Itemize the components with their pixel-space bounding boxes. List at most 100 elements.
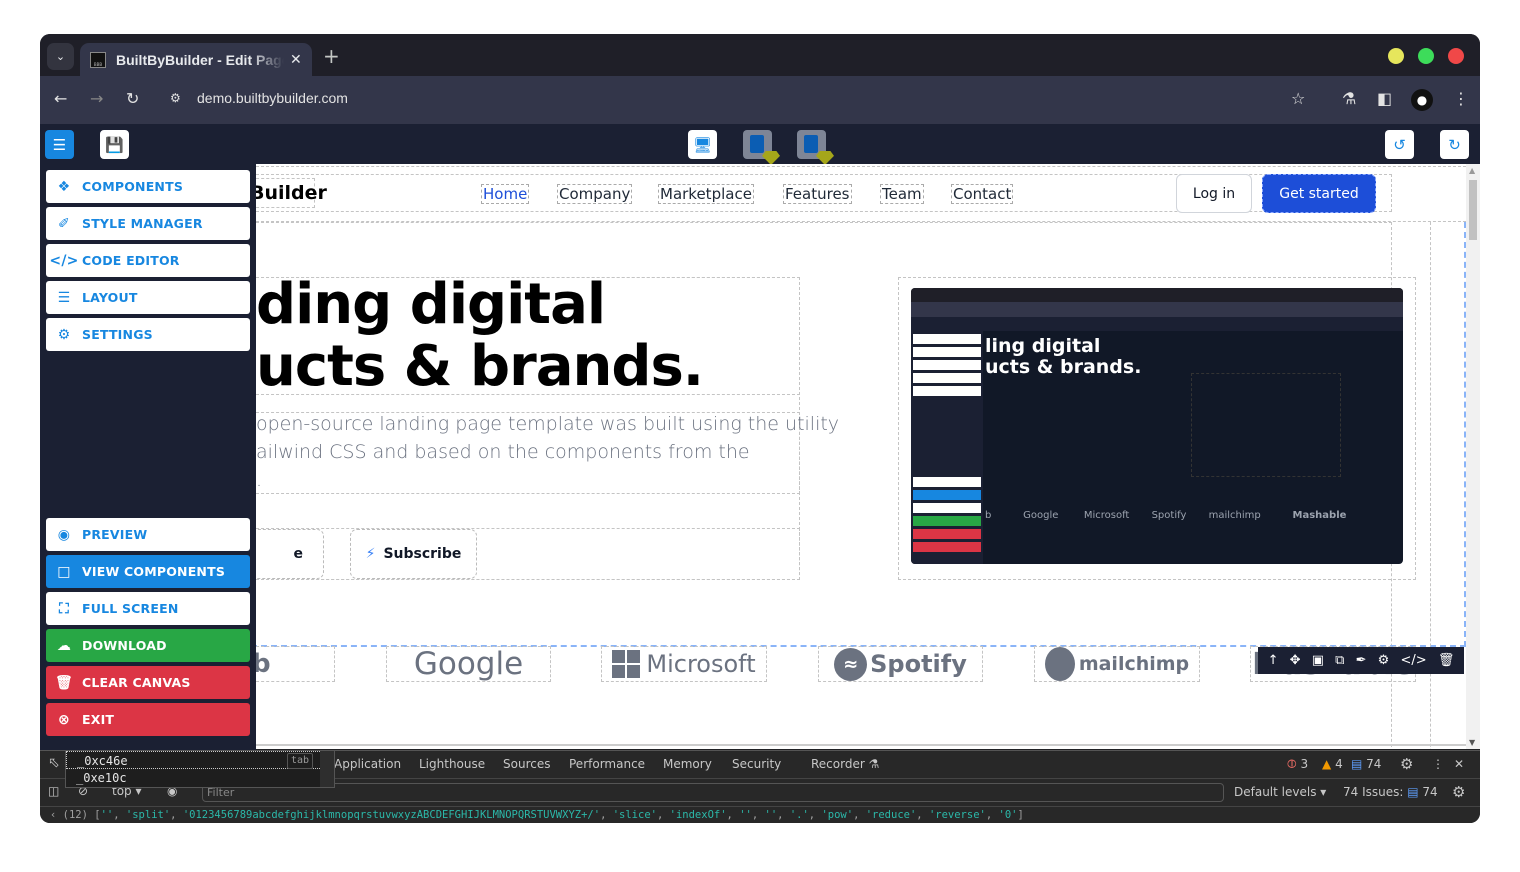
forward-icon[interactable]: → — [90, 90, 103, 108]
style-manager-button[interactable]: ✐ STYLE MANAGER — [46, 207, 250, 240]
devtools-tab-recorder[interactable]: Recorder ⚗ — [811, 757, 879, 771]
download-button[interactable]: ☁ DOWNLOAD — [46, 629, 250, 662]
components-button[interactable]: ❖ COMPONENTS — [46, 170, 250, 203]
brand-partial-label: b — [256, 649, 271, 679]
layers-icon: ☰ — [57, 289, 71, 306]
url-field[interactable]: demo.builtbybuilder.com — [197, 90, 348, 106]
move-icon[interactable]: ✥ — [1290, 653, 1301, 668]
devtools-tab-memory[interactable]: Memory — [663, 757, 712, 771]
devtools-tab-security[interactable]: Security — [732, 757, 781, 771]
nav-link-marketplace[interactable]: Marketplace — [658, 184, 754, 204]
site-info-icon[interactable]: ⚙ — [170, 91, 181, 105]
device-tablet-button[interactable] — [743, 130, 780, 165]
full-screen-button[interactable]: ⛶ FULL SCREEN — [46, 592, 250, 625]
error-count-badge[interactable]: ⦷ 3 — [1287, 757, 1308, 772]
nav-link-home[interactable]: Home — [481, 184, 530, 204]
devtools-settings-icon[interactable]: ⚙ — [1400, 755, 1413, 773]
nav-link-features[interactable]: Features — [783, 184, 852, 204]
autocomplete-scrollbar[interactable] — [320, 751, 334, 787]
close-window-button[interactable] — [1448, 48, 1464, 64]
brand-logo-mailchimp[interactable]: mailchimp — [1034, 646, 1200, 682]
builder-side-panel: ❖ COMPONENTS ✐ STYLE MANAGER </> CODE EDITO… — [40, 164, 256, 750]
side-panel-icon[interactable]: ◧ — [1377, 90, 1392, 108]
login-button[interactable]: Log in — [1176, 174, 1252, 213]
scroll-up-arrow-icon[interactable]: ▲ — [1469, 166, 1475, 175]
sidebar-toggle-icon[interactable]: ◫ — [48, 784, 59, 798]
message-count-badge[interactable]: ▤ 74 — [1351, 757, 1381, 771]
devtools-more-icon[interactable]: ⋮ — [1432, 757, 1444, 771]
chevron-down-icon: ⌄ — [55, 50, 66, 63]
warning-count-badge[interactable]: ▲ 4 — [1322, 757, 1343, 771]
nav-link-company[interactable]: Company — [557, 184, 633, 204]
view-components-button[interactable]: □ VIEW COMPONENTS — [46, 555, 250, 588]
tab-search-button[interactable]: ⌄ — [47, 43, 74, 70]
gear-icon[interactable]: ⚙ — [1378, 653, 1390, 668]
site-logo[interactable]: Builder — [256, 182, 327, 204]
floppy-disk-icon: 💾 — [105, 135, 124, 154]
mini-side-panel — [911, 331, 983, 564]
bookmark-star-icon[interactable]: ☆ — [1291, 90, 1305, 108]
preview-label: PREVIEW — [82, 527, 148, 542]
settings-label: SETTINGS — [82, 327, 153, 342]
devtools-tab-lighthouse[interactable]: Lighthouse — [419, 757, 485, 771]
square-icon: □ — [57, 563, 71, 580]
brand-logo-microsoft[interactable]: Microsoft — [601, 646, 767, 682]
nav-link-contact[interactable]: Contact — [951, 184, 1014, 204]
cloud-download-icon: ☁ — [56, 637, 72, 654]
maximize-button[interactable] — [1418, 48, 1434, 64]
browser-tab[interactable]: BBB BuiltByBuilder - Edit Page ✕ — [80, 43, 312, 76]
hero-title-line-2: ucts & brands. — [256, 334, 704, 399]
kebab-menu-icon[interactable]: ⋮ — [1453, 90, 1469, 108]
brand-logo-google[interactable]: Google — [386, 646, 551, 682]
pen-icon[interactable]: ✒ — [1356, 653, 1367, 668]
hero-title[interactable]: ding digital ucts & brands. — [256, 274, 704, 399]
tab-close-icon[interactable]: ✕ — [290, 52, 302, 68]
new-tab-button[interactable]: + — [323, 44, 340, 68]
brand-logo-spotify[interactable]: ≈ Spotify — [818, 646, 983, 682]
clear-canvas-button[interactable]: 🗑 CLEAR CANVAS — [46, 666, 250, 699]
arrow-up-icon[interactable]: ↑ — [1268, 653, 1279, 668]
scrollbar-thumb[interactable] — [1469, 180, 1477, 240]
profile-avatar-icon[interactable]: ● — [1411, 89, 1433, 111]
save-button[interactable]: 💾 — [100, 130, 129, 159]
preview-button[interactable]: ◉ PREVIEW — [46, 518, 250, 551]
settings-button[interactable]: ⚙ SETTINGS — [46, 318, 250, 351]
inspect-element-icon[interactable]: ⬁ — [48, 755, 60, 771]
device-desktop-button[interactable]: 🖥 — [688, 130, 717, 159]
devtools-tab-performance[interactable]: Performance — [569, 757, 645, 771]
log-levels-dropdown[interactable]: Default levels ▾ — [1234, 785, 1326, 799]
devtools-tab-sources[interactable]: Sources — [503, 757, 550, 771]
back-icon[interactable]: ← — [54, 90, 67, 108]
minimize-button[interactable] — [1388, 48, 1404, 64]
canvas-scrollbar[interactable]: ▲ ▼ — [1466, 164, 1480, 749]
trash-icon[interactable]: 🗑 — [1438, 653, 1455, 668]
panel-toggle-button[interactable]: ☰ — [45, 130, 74, 159]
undo-button[interactable]: ↺ — [1385, 130, 1414, 159]
device-mobile-button[interactable] — [797, 130, 834, 165]
hero-screenshot-image[interactable]: ling digital ucts & brands. b Google Micr… — [911, 288, 1403, 564]
devtools-tab-application[interactable]: Application — [334, 757, 401, 771]
nav-link-team[interactable]: Team — [880, 184, 924, 204]
code-editor-button[interactable]: </> CODE EDITOR — [46, 244, 250, 277]
labs-flask-icon[interactable]: ⚗ — [1342, 90, 1356, 108]
autocomplete-dropdown[interactable]: _0xc46e tab _0xe10c — [65, 750, 335, 788]
reload-icon[interactable]: ↻ — [126, 90, 139, 108]
get-started-button[interactable]: Get started — [1262, 174, 1376, 213]
autocomplete-item[interactable]: _0xc46e tab — [66, 751, 334, 769]
subscribe-button[interactable]: ⚡ Subscribe — [350, 529, 477, 579]
layout-button[interactable]: ☰ LAYOUT — [46, 281, 250, 314]
hero-description[interactable]: open-source landing page template was bu… — [256, 410, 839, 494]
console-filter-input[interactable]: Filter — [202, 783, 1224, 802]
console-settings-icon[interactable]: ⚙ — [1452, 783, 1465, 801]
redo-button[interactable]: ↻ — [1440, 130, 1469, 159]
exit-button[interactable]: ⊗ EXIT — [46, 703, 250, 736]
autocomplete-item[interactable]: _0xe10c — [66, 769, 334, 787]
scroll-down-arrow-icon[interactable]: ▼ — [1469, 738, 1475, 747]
hero-primary-button[interactable]: e — [256, 529, 324, 579]
devtools-close-icon[interactable]: ✕ — [1454, 757, 1464, 771]
image-icon[interactable]: ▣ — [1312, 653, 1324, 668]
brand-logo-partial[interactable]: b — [256, 646, 335, 682]
code-icon[interactable]: </> — [1400, 653, 1426, 668]
issues-button[interactable]: 74 Issues: ▤ 74 — [1343, 785, 1438, 799]
copy-icon[interactable]: ⧉ — [1335, 653, 1344, 668]
